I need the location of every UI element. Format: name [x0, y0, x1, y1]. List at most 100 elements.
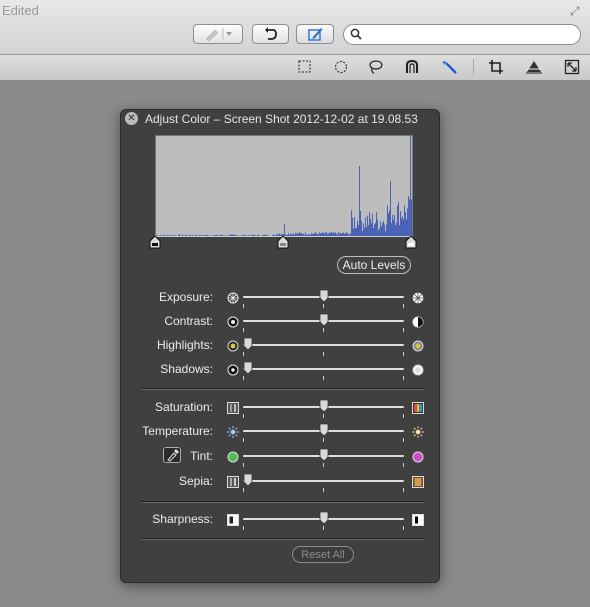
- slider-tick: [323, 526, 324, 530]
- saturation-low-icon[interactable]: [227, 401, 239, 414]
- slider-thumb[interactable]: [243, 361, 253, 375]
- tint-magenta-icon[interactable]: [412, 450, 424, 463]
- adjust-color-panel: ✕ Adjust Color – Screen Shot 2012-12-02 …: [120, 109, 440, 583]
- histogram-bar: [411, 199, 412, 236]
- slider-thumb[interactable]: [319, 511, 329, 525]
- histogram-bar: [374, 224, 375, 236]
- sharpness-low-icon[interactable]: [227, 513, 239, 526]
- slider-tick: [323, 376, 324, 380]
- auto-levels-button[interactable]: Auto Levels: [337, 256, 411, 274]
- slider-thumb[interactable]: [319, 448, 329, 462]
- slider-tick: [243, 352, 244, 356]
- adjust-color-tool[interactable]: [526, 59, 542, 75]
- exposure-high-icon[interactable]: [412, 291, 424, 304]
- slider-track[interactable]: [243, 368, 404, 370]
- fullscreen-icon[interactable]: ⤢: [570, 4, 584, 18]
- smart-lasso-tool[interactable]: [404, 59, 420, 75]
- histogram-bar: [398, 202, 399, 236]
- markup-menu-button[interactable]: [193, 24, 243, 44]
- slider-label: Contrast:: [164, 314, 213, 328]
- histogram-bar: [371, 223, 372, 236]
- histogram-bar: [370, 218, 371, 236]
- sharpness-high-icon[interactable]: [412, 513, 424, 526]
- histogram-plot: [156, 136, 412, 236]
- slider-tick: [403, 414, 404, 418]
- reset-all-button[interactable]: Reset All: [292, 546, 354, 563]
- highlights-low-icon[interactable]: [227, 339, 239, 352]
- exposure-low-icon[interactable]: [227, 291, 239, 304]
- temperature-warm-icon[interactable]: [412, 425, 424, 438]
- highlights-high-icon[interactable]: [412, 339, 424, 352]
- histogram-bar: [351, 210, 352, 236]
- slider-thumb[interactable]: [319, 423, 329, 437]
- sepia-high-icon[interactable]: [412, 475, 424, 488]
- rect-select-tool[interactable]: [297, 59, 313, 75]
- crop-tool[interactable]: [488, 59, 504, 75]
- sepia-low-icon[interactable]: [227, 475, 239, 488]
- ellipse-select-tool[interactable]: [333, 59, 349, 75]
- slider-thumb[interactable]: [319, 313, 329, 327]
- slider-row: Shadows:: [121, 359, 439, 380]
- slider-tick: [323, 488, 324, 492]
- slider-tick: [243, 438, 244, 442]
- slider-tick: [403, 488, 404, 492]
- rotate-left-icon: [264, 27, 277, 40]
- slider-tick: [403, 376, 404, 380]
- slider-tick: [403, 526, 404, 530]
- edit-toolbar-button[interactable]: [296, 24, 334, 44]
- search-field[interactable]: [343, 24, 581, 45]
- slider-track[interactable]: [243, 344, 404, 346]
- shadows-low-icon[interactable]: [227, 363, 239, 376]
- histogram-bar: [387, 205, 388, 236]
- histogram-bar: [376, 212, 377, 236]
- slider-row: Contrast:: [121, 311, 439, 332]
- instant-alpha-tool[interactable]: [442, 59, 458, 75]
- rectangular-selection-icon: [298, 60, 311, 73]
- histogram-bar: [409, 199, 410, 236]
- slider-tick: [323, 304, 324, 308]
- histogram-bar: [395, 225, 396, 236]
- search-icon: [350, 28, 362, 40]
- slider-thumb[interactable]: [243, 337, 253, 351]
- adjust-size-tool[interactable]: [564, 59, 580, 75]
- slider-tick: [243, 488, 244, 492]
- histogram-bar: [402, 216, 403, 236]
- slider-label: Exposure:: [158, 290, 213, 304]
- crop-icon: [489, 60, 503, 74]
- slider-track[interactable]: [243, 480, 404, 482]
- histogram-bar: [408, 196, 409, 236]
- histogram-bar: [383, 220, 384, 236]
- histogram: [155, 135, 413, 237]
- tint-green-icon[interactable]: [227, 450, 239, 463]
- slider-thumb[interactable]: [319, 289, 329, 303]
- slider-row: Sharpness:: [121, 509, 439, 530]
- slider-tick: [243, 526, 244, 530]
- histogram-bar: [389, 210, 390, 236]
- histogram-bar: [380, 221, 381, 236]
- saturation-high-icon[interactable]: [412, 401, 424, 414]
- contrast-low-icon[interactable]: [227, 315, 239, 328]
- toolbar-divider: [473, 59, 474, 75]
- slider-tick: [323, 463, 324, 467]
- temperature-cool-icon[interactable]: [227, 425, 239, 438]
- contrast-high-icon[interactable]: [412, 315, 424, 328]
- black-point-handle[interactable]: [149, 236, 161, 249]
- slider-tick: [323, 438, 324, 442]
- search-input[interactable]: [366, 27, 575, 44]
- slider-tick: [323, 414, 324, 418]
- resize-icon: [564, 59, 580, 75]
- close-icon[interactable]: ✕: [125, 112, 138, 125]
- slider-label: Temperature:: [142, 424, 213, 438]
- slider-thumb[interactable]: [243, 473, 253, 487]
- white-point-handle[interactable]: [405, 236, 417, 249]
- histogram-bar: [364, 227, 365, 236]
- slider-tick: [403, 438, 404, 442]
- eyedropper-button[interactable]: [163, 447, 181, 463]
- histogram-bar: [377, 219, 378, 236]
- shadows-high-icon[interactable]: [412, 363, 424, 376]
- midtone-handle[interactable]: [277, 236, 289, 249]
- slider-label: Saturation:: [154, 400, 213, 414]
- slider-thumb[interactable]: [319, 399, 329, 413]
- rotate-button[interactable]: [252, 24, 289, 44]
- lasso-select-tool[interactable]: [368, 59, 384, 75]
